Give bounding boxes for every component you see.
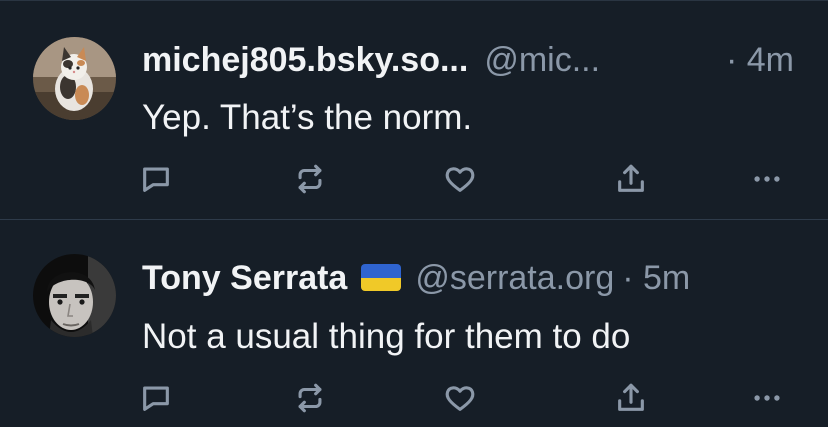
share-button[interactable] bbox=[611, 159, 651, 199]
post-thread: michej805.bsky.so... @mic... · 4m Yep. T… bbox=[0, 0, 828, 426]
repost-button[interactable] bbox=[290, 159, 330, 199]
post-text: Yep. That’s the norm. bbox=[142, 98, 473, 137]
repost-icon bbox=[298, 383, 322, 413]
repost-button[interactable] bbox=[290, 378, 330, 418]
reply-icon bbox=[143, 386, 169, 411]
more-button[interactable] bbox=[747, 159, 787, 199]
timestamp[interactable]: · 5m bbox=[622, 258, 690, 298]
more-button[interactable] bbox=[747, 378, 787, 418]
repost-icon bbox=[298, 164, 322, 194]
post-actions bbox=[0, 378, 828, 418]
handle[interactable]: @serrata.org bbox=[415, 258, 614, 298]
post-header: Tony Serrata @serrata.org · 5m bbox=[142, 258, 794, 298]
like-button[interactable] bbox=[440, 378, 480, 418]
share-icon bbox=[618, 164, 644, 192]
reply-icon bbox=[143, 167, 169, 192]
more-icon bbox=[754, 395, 780, 401]
like-icon bbox=[445, 386, 475, 411]
post-actions bbox=[0, 159, 828, 199]
share-icon bbox=[618, 383, 644, 411]
post-text: Not a usual thing for them to do bbox=[142, 317, 631, 356]
more-icon bbox=[754, 176, 780, 182]
timestamp[interactable]: · 4m bbox=[726, 40, 794, 80]
ukraine-flag-icon bbox=[361, 264, 402, 291]
reply-button[interactable] bbox=[136, 378, 176, 418]
handle[interactable]: @mic... bbox=[484, 40, 600, 80]
display-name[interactable]: michej805.bsky.so... bbox=[142, 40, 468, 80]
share-button[interactable] bbox=[611, 378, 651, 418]
avatar[interactable] bbox=[33, 37, 116, 120]
display-name[interactable]: Tony Serrata bbox=[142, 258, 347, 298]
like-button[interactable] bbox=[440, 159, 480, 199]
post-header: michej805.bsky.so... @mic... · 4m bbox=[142, 40, 794, 80]
post-item[interactable]: michej805.bsky.so... @mic... · 4m Yep. T… bbox=[0, 0, 828, 219]
like-icon bbox=[445, 167, 475, 192]
post-item[interactable]: Tony Serrata @serrata.org · 5m Not a usu… bbox=[0, 219, 828, 427]
avatar[interactable] bbox=[33, 254, 116, 337]
reply-button[interactable] bbox=[136, 159, 176, 199]
